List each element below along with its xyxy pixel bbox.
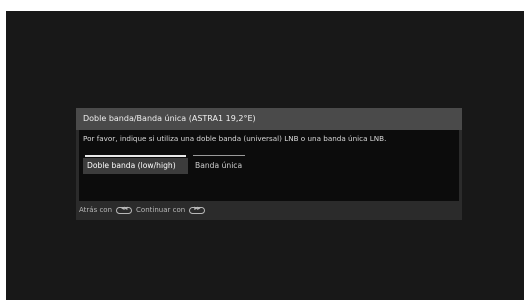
dialog-footer: Atrás con ◀◀ Continuar con ▶▶ bbox=[79, 203, 209, 217]
fast-forward-key-icon: ▶▶ bbox=[189, 206, 206, 214]
dialog-body: Por favor, indique si utiliza una doble … bbox=[79, 130, 459, 201]
tv-screen: Doble banda/Banda única (ASTRA1 19,2°E) … bbox=[6, 11, 524, 300]
dialog-prompt: Por favor, indique si utiliza una doble … bbox=[83, 134, 387, 143]
option-dual-band[interactable]: Doble banda (low/high) bbox=[83, 155, 188, 174]
dialog-title: Doble banda/Banda única (ASTRA1 19,2°E) bbox=[76, 108, 462, 130]
continue-hint-label: Continuar con bbox=[136, 206, 186, 214]
rewind-key-icon: ◀◀ bbox=[116, 206, 133, 214]
back-hint-label: Atrás con bbox=[79, 206, 113, 214]
lnb-band-dialog: Doble banda/Banda única (ASTRA1 19,2°E) … bbox=[76, 108, 462, 220]
option-single-band[interactable]: Banda única bbox=[191, 155, 247, 174]
